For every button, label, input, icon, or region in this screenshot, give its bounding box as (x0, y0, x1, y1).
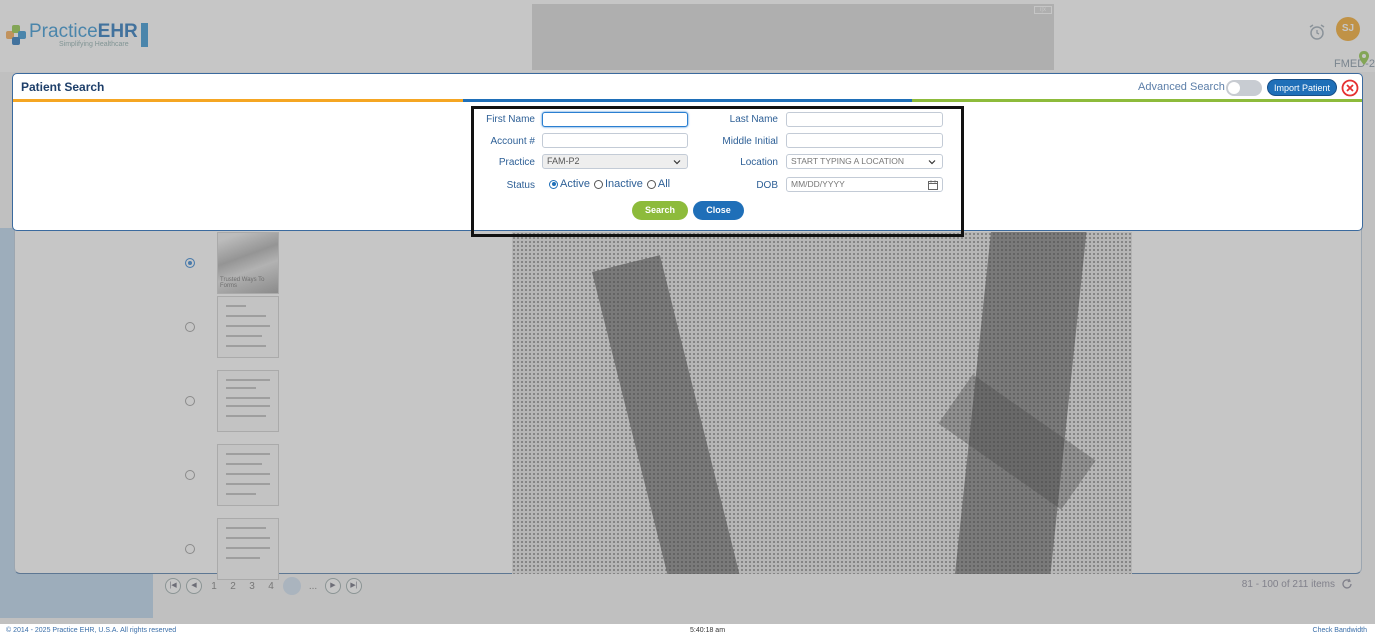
status-radio-group: Active Inactive All (545, 178, 670, 190)
advanced-search-toggle[interactable] (1226, 80, 1262, 96)
middle-initial-label: Middle Initial (722, 136, 778, 147)
check-bandwidth-link[interactable]: Check Bandwidth (1313, 627, 1367, 634)
chevron-down-icon (928, 160, 936, 165)
status-all-label[interactable]: All (658, 178, 670, 190)
dob-label: DOB (756, 180, 778, 191)
session-clock: 5:40:18 am (690, 627, 726, 634)
location-label: Location (740, 157, 778, 168)
account-number-input[interactable] (542, 133, 688, 148)
status-inactive-radio[interactable] (593, 179, 603, 189)
first-name-label: First Name (486, 114, 535, 125)
modal-title: Patient Search (21, 80, 105, 94)
search-button[interactable]: Search (632, 201, 688, 220)
dob-placeholder: MM/DD/YYYY (791, 179, 845, 189)
status-inactive-label[interactable]: Inactive (605, 178, 643, 190)
location-combobox[interactable]: START TYPING A LOCATION (786, 154, 943, 169)
dob-input[interactable]: MM/DD/YYYY (786, 177, 943, 192)
calendar-icon[interactable] (928, 180, 938, 190)
location-placeholder: START TYPING A LOCATION (791, 156, 905, 166)
status-active-radio[interactable] (549, 179, 558, 189)
last-name-label: Last Name (729, 114, 778, 125)
status-label: Status (506, 180, 535, 191)
status-active-label[interactable]: Active (560, 178, 590, 190)
import-patient-button[interactable]: Import Patient (1267, 79, 1338, 96)
advanced-search-label: Advanced Search (1138, 81, 1225, 93)
status-all-radio[interactable] (646, 179, 656, 189)
app-footer: © 2014 - 2025 Practice EHR, U.S.A. All r… (0, 624, 1375, 638)
toggle-knob (1228, 82, 1240, 94)
close-modal-icon[interactable] (1341, 79, 1359, 97)
patient-search-modal: Patient Search Advanced Search Import Pa… (12, 73, 1363, 237)
close-button[interactable]: Close (693, 201, 744, 220)
copyright-text: © 2014 - 2025 Practice EHR, U.S.A. All r… (6, 627, 177, 634)
account-number-label: Account # (490, 136, 535, 147)
practice-selected-value: FAM-P2 (547, 156, 580, 166)
practice-select[interactable]: FAM-P2 (542, 154, 688, 169)
chevron-down-icon (673, 160, 681, 165)
header-accent-stripe (13, 99, 1363, 102)
last-name-input[interactable] (786, 112, 943, 127)
middle-initial-input[interactable] (786, 133, 943, 148)
practice-label: Practice (498, 157, 535, 168)
first-name-input[interactable] (542, 112, 688, 127)
